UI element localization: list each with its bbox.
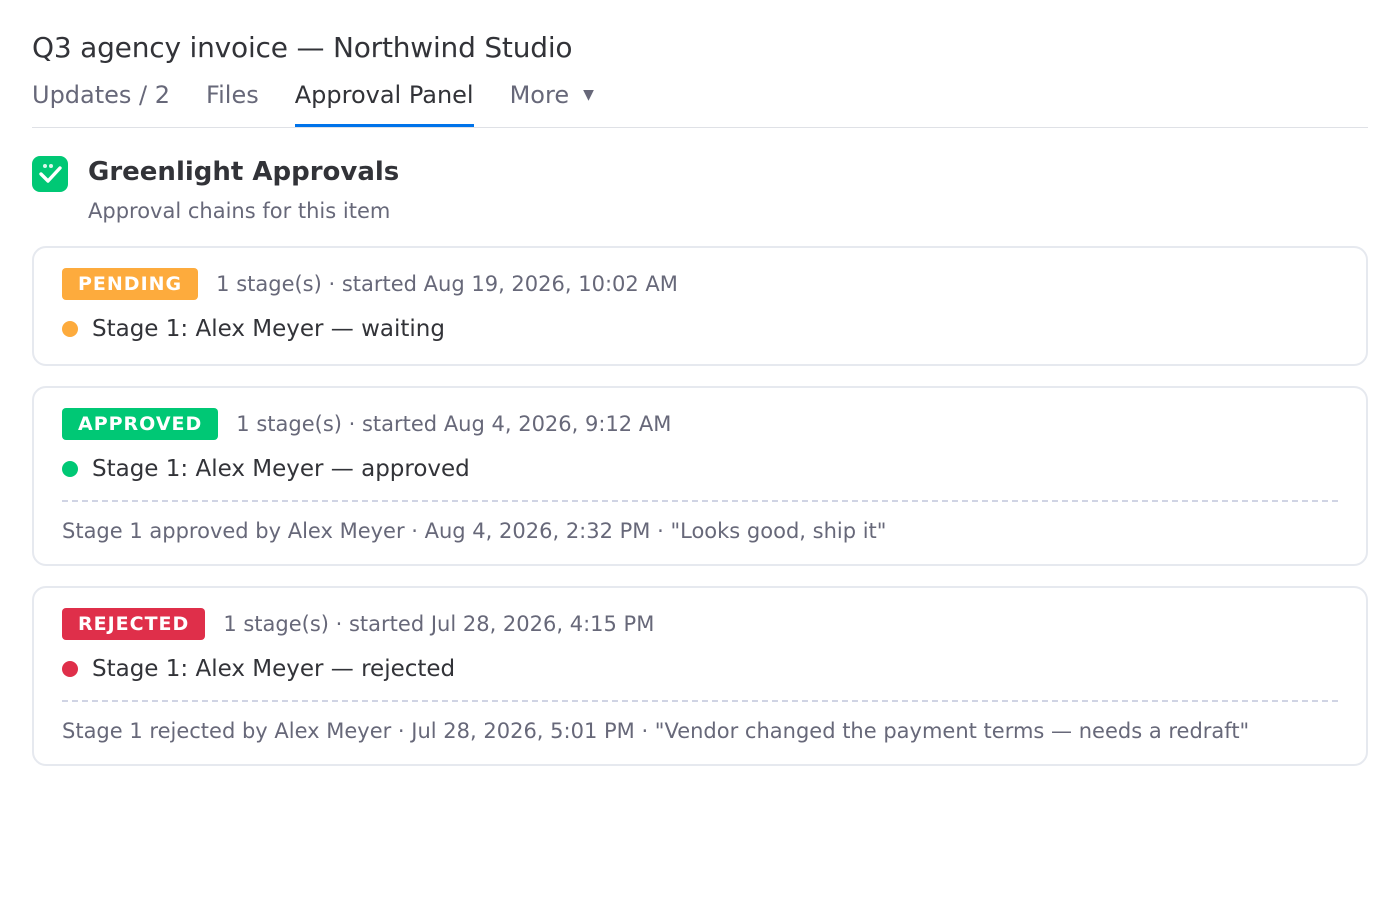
status-dot <box>62 321 78 337</box>
chain-meta: 1 stage(s) · started Aug 19, 2026, 10:02… <box>216 272 678 296</box>
status-badge: REJECTED <box>62 608 206 640</box>
stage-line: Stage 1: Alex Meyer — rejected <box>92 656 456 682</box>
status-dot <box>62 461 78 477</box>
approval-chain-card: REJECTED 1 stage(s) · started Jul 28, 20… <box>32 586 1368 766</box>
status-dot <box>62 661 78 677</box>
status-badge: PENDING <box>62 268 199 300</box>
tab-label: Files <box>206 81 259 109</box>
tab-files[interactable]: Files <box>206 78 259 127</box>
approval-chain-list: PENDING 1 stage(s) · started Aug 19, 202… <box>32 246 1368 766</box>
divider <box>62 500 1338 502</box>
history-entry: Stage 1 approved by Alex Meyer · Aug 4, … <box>62 519 887 543</box>
history-entry: Stage 1 rejected by Alex Meyer · Jul 28,… <box>62 719 1250 743</box>
stage-line: Stage 1: Alex Meyer — approved <box>92 456 470 482</box>
app-header: Greenlight Approvals Approval chains for… <box>32 154 1368 226</box>
tab-more[interactable]: More ▼ <box>510 78 594 127</box>
item-title: Q3 agency invoice — Northwind Studio <box>32 31 573 64</box>
approval-chain-card: PENDING 1 stage(s) · started Aug 19, 202… <box>32 246 1368 366</box>
tab-label: Approval Panel <box>294 81 474 109</box>
approval-chain-card: APPROVED 1 stage(s) · started Aug 4, 202… <box>32 386 1368 566</box>
caret-down-icon: ▼ <box>583 87 594 103</box>
status-badge: APPROVED <box>62 408 219 440</box>
tab-label: Updates / 2 <box>32 81 171 109</box>
tab-bar: Updates / 2 Files Approval Panel More ▼ <box>32 78 1368 128</box>
divider <box>62 700 1338 702</box>
tab-updates[interactable]: Updates / 2 <box>32 78 170 127</box>
app-name: Greenlight Approvals <box>88 157 400 187</box>
tab-approval-panel[interactable]: Approval Panel <box>294 78 474 127</box>
chain-meta: 1 stage(s) · started Jul 28, 2026, 4:15 … <box>223 612 655 636</box>
check-face-icon <box>32 156 68 192</box>
chain-meta: 1 stage(s) · started Aug 4, 2026, 9:12 A… <box>236 412 672 436</box>
stage-line: Stage 1: Alex Meyer — waiting <box>92 316 445 342</box>
app-subtitle: Approval chains for this item <box>88 199 391 223</box>
item-view: Q3 agency invoice — Northwind Studio Upd… <box>0 0 1400 766</box>
tab-label: More <box>509 81 570 109</box>
